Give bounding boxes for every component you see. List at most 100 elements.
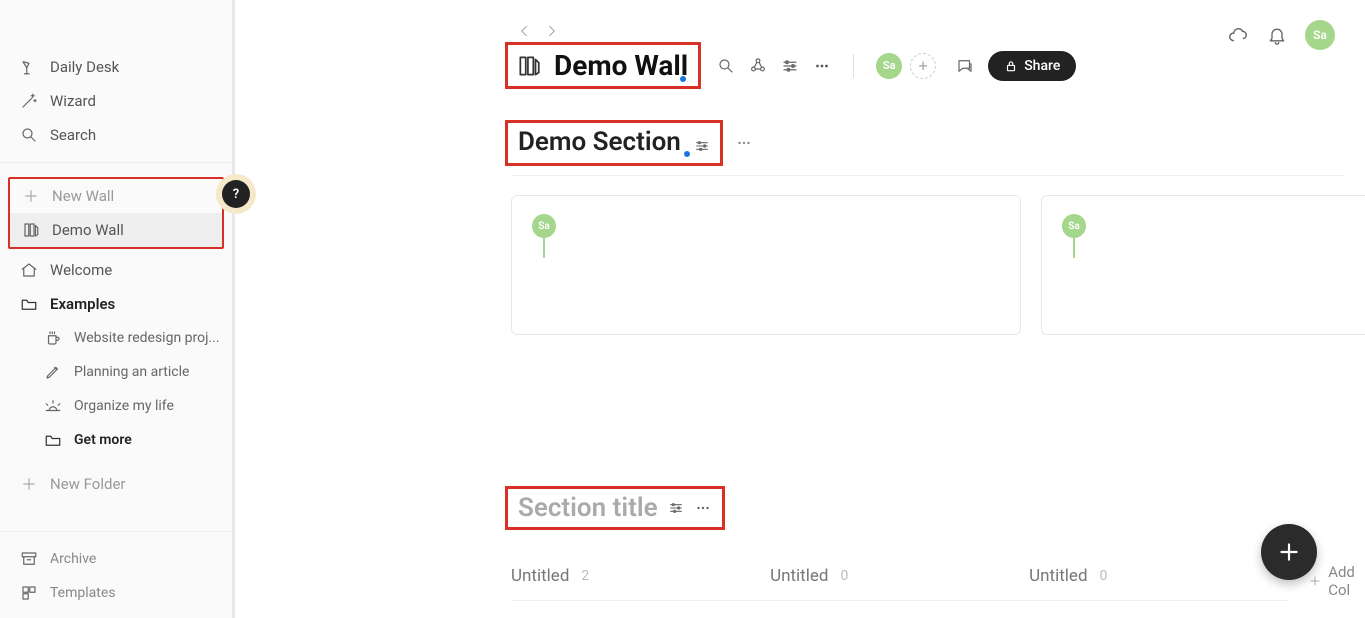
column-header[interactable]: Untitled 0 (770, 560, 1029, 601)
highlight-box-wall-title: Demo Wall (505, 42, 701, 89)
home-icon (20, 261, 38, 279)
avatar-initials: Sa (883, 59, 896, 72)
avatar-initials: Sa (538, 221, 549, 232)
highlight-box-sidebar: New Wall Demo Wall (8, 177, 224, 249)
sidebar-label: Planning an article (74, 364, 189, 380)
wand-icon (20, 92, 38, 110)
sidebar-label: Search (50, 126, 96, 144)
sidebar-subitem-getmore[interactable]: Get more (0, 423, 232, 457)
fab-add-button[interactable] (1261, 524, 1317, 580)
nav-arrows (515, 22, 561, 40)
divider (0, 162, 232, 163)
add-collaborator-button[interactable]: + (910, 53, 936, 79)
lock-icon (1004, 59, 1018, 73)
avatar-pin-stem (1073, 238, 1075, 258)
share-label: Share (1024, 58, 1060, 74)
more-icon[interactable] (694, 499, 712, 517)
column-header[interactable]: Untitled 0 (1029, 560, 1288, 601)
sidebar-label: New Wall (52, 187, 114, 205)
sidebar-label: Website redesign proj... (74, 330, 220, 346)
sliders-icon[interactable] (694, 138, 710, 154)
card[interactable]: Sa (1041, 195, 1365, 335)
sidebar-subitem-organize[interactable]: Organize my life (0, 389, 232, 423)
sidebar-item-welcome[interactable]: Welcome (0, 253, 232, 287)
card-author-avatar: Sa (1062, 214, 1086, 238)
avatar-initials: Sa (1313, 28, 1327, 42)
folder-icon (44, 431, 62, 449)
plus-icon (1308, 574, 1322, 588)
share-button[interactable]: Share (988, 51, 1076, 81)
highlight-box-section-title: Demo Section (505, 120, 723, 166)
pencil-icon (44, 363, 62, 381)
sidebar-label: Wizard (50, 92, 96, 110)
wall-icon (22, 221, 40, 239)
column-count: 2 (581, 568, 589, 584)
sidebar-label: Organize my life (74, 398, 174, 414)
column-title: Untitled (770, 566, 828, 586)
help-bubble[interactable]: ? (222, 180, 250, 208)
sidebar-label: New Folder (50, 475, 125, 493)
archive-icon (20, 550, 38, 568)
avatar-pin-stem (543, 238, 545, 258)
sidebar-label: Demo Wall (52, 221, 124, 239)
add-column-label: Add Col (1328, 563, 1365, 599)
main-content: Sa Demo Wall Sa + (235, 0, 1365, 618)
sidebar-label: Archive (50, 551, 96, 567)
lamp-icon (20, 58, 38, 76)
highlight-box-section-title-2: Section title (505, 486, 725, 530)
divider (853, 54, 854, 78)
sidebar-item-wizard[interactable]: Wizard (0, 84, 232, 118)
search-icon[interactable] (717, 57, 735, 75)
divider (511, 175, 1345, 176)
cloud-icon[interactable] (1227, 24, 1249, 46)
section-title[interactable]: Demo Section (518, 127, 681, 157)
section-title-placeholder[interactable]: Section title (518, 493, 658, 523)
sliders-icon[interactable] (781, 57, 799, 75)
sidebar-item-examples[interactable]: Examples (0, 287, 232, 321)
sunrise-icon (44, 397, 62, 415)
chat-icon[interactable] (956, 57, 974, 75)
sidebar-item-templates[interactable]: Templates (0, 576, 232, 610)
column-title: Untitled (1029, 566, 1087, 586)
sidebar-item-daily-desk[interactable]: Daily Desk (0, 50, 232, 84)
search-icon (20, 126, 38, 144)
mug-icon (44, 329, 62, 347)
column-header[interactable]: Untitled 2 (511, 560, 770, 601)
graph-icon[interactable] (749, 57, 767, 75)
sidebar-item-demo-wall[interactable]: Demo Wall (10, 213, 222, 247)
divider (0, 531, 232, 532)
sidebar: Daily Desk Wizard Search New Wall (0, 0, 235, 618)
back-button[interactable] (515, 22, 533, 40)
more-icon[interactable] (735, 134, 753, 152)
sidebar-subitem-planning[interactable]: Planning an article (0, 355, 232, 389)
sidebar-subitem-redesign[interactable]: Website redesign proj... (0, 321, 232, 355)
card[interactable]: Sa (511, 195, 1021, 335)
cursor-dot (684, 151, 690, 157)
avatar-initials: Sa (1068, 221, 1079, 232)
column-title: Untitled (511, 566, 569, 586)
sliders-icon[interactable] (668, 500, 684, 516)
sidebar-item-new-wall[interactable]: New Wall (10, 179, 222, 213)
sidebar-label: Get more (74, 432, 132, 448)
sidebar-item-new-folder[interactable]: New Folder (0, 467, 232, 501)
templates-icon (20, 584, 38, 602)
help-bubble-label: ? (233, 187, 239, 202)
folder-icon (20, 295, 38, 313)
plus-icon (22, 187, 40, 205)
sidebar-label: Templates (50, 585, 116, 601)
forward-button[interactable] (543, 22, 561, 40)
collaborator-avatar[interactable]: Sa (876, 53, 902, 79)
column-count: 0 (1100, 568, 1108, 584)
plus-icon (20, 475, 38, 493)
bell-icon[interactable] (1267, 25, 1287, 45)
wall-icon (516, 53, 542, 79)
sidebar-label: Welcome (50, 261, 112, 279)
sidebar-item-search[interactable]: Search (0, 118, 232, 152)
sidebar-label: Examples (50, 295, 115, 313)
wall-title[interactable]: Demo Wall (554, 49, 688, 82)
user-avatar[interactable]: Sa (1305, 20, 1335, 50)
card-author-avatar: Sa (532, 214, 556, 238)
sidebar-item-archive[interactable]: Archive (0, 542, 232, 576)
column-count: 0 (840, 568, 848, 584)
more-icon[interactable] (813, 57, 831, 75)
